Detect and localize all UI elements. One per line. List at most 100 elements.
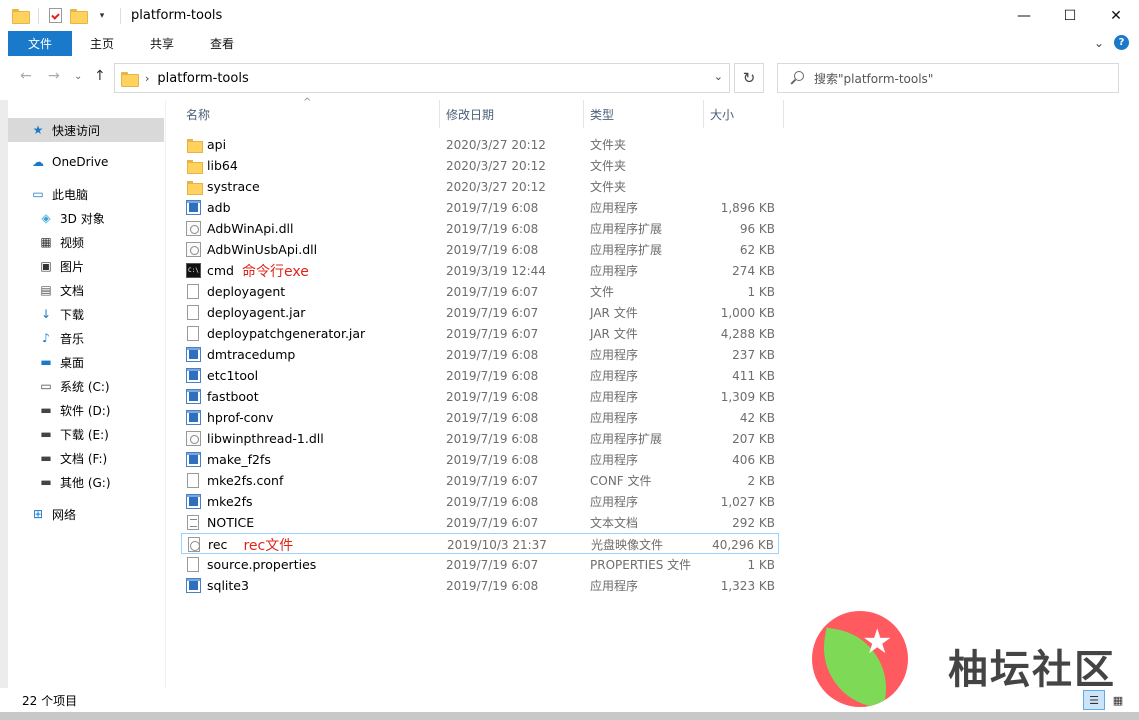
file-type: 文本文档	[590, 516, 639, 530]
table-row[interactable]: etc1tool 2019/7/19 6:08 应用程序 411 KB	[181, 365, 779, 386]
column-header-type[interactable]: 类型	[590, 100, 614, 128]
column-header-date[interactable]: 修改日期	[446, 100, 494, 128]
table-row[interactable]: lib64 2020/3/27 20:12 文件夹	[181, 155, 779, 176]
sidebar-item[interactable]: ⊞ 网络	[8, 502, 164, 526]
file-name: deployagent	[207, 284, 286, 299]
table-row[interactable]: cmd 命令行exe 2019/3/19 12:44 应用程序 274 KB	[181, 260, 779, 281]
sidebar-item-label: OneDrive	[52, 155, 109, 169]
dll-icon	[186, 242, 201, 257]
sidebar-item[interactable]: ☁ OneDrive	[8, 150, 164, 174]
maximize-button[interactable]: ☐	[1047, 0, 1093, 31]
file-name: cmd	[207, 263, 234, 278]
sidebar-item[interactable]: ↓ 下载	[8, 302, 164, 326]
tab-share[interactable]: 共享	[132, 31, 192, 56]
file-date: 2019/7/19 6:08	[446, 347, 539, 362]
table-row[interactable]: make_f2fs 2019/7/19 6:08 应用程序 406 KB	[181, 449, 779, 470]
refresh-button[interactable]: ↻	[734, 63, 764, 93]
column-divider[interactable]	[583, 100, 584, 128]
tab-file[interactable]: 文件	[8, 31, 72, 56]
sidebar-item[interactable]: ▣ 图片	[8, 254, 164, 278]
sidebar-item[interactable]: ▬ 软件 (D:)	[8, 398, 164, 422]
sidebar-item[interactable]: ▦ 视频	[8, 230, 164, 254]
file-size	[695, 155, 775, 176]
file-date: 2019/7/19 6:07	[446, 515, 539, 530]
help-icon[interactable]: ?	[1114, 35, 1129, 50]
annotation-label: 命令行exe	[241, 263, 309, 280]
sidebar-item[interactable]: ▬ 下载 (E:)	[8, 422, 164, 446]
customize-toolbar-icon[interactable]: ▾	[94, 8, 110, 24]
table-row[interactable]: mke2fs.conf 2019/7/19 6:07 CONF 文件 2 KB	[181, 470, 779, 491]
properties-icon[interactable]	[49, 8, 62, 23]
sidebar-item[interactable]: ▭ 系统 (C:)	[8, 374, 164, 398]
table-row[interactable]: source.properties 2019/7/19 6:07 PROPERTIE…	[181, 554, 779, 575]
table-row[interactable]: AdbWinApi.dll 2019/7/19 6:08 应用程序扩展 96 KB	[181, 218, 779, 239]
column-divider[interactable]	[703, 100, 704, 128]
breadcrumb-separator-icon[interactable]: ›	[145, 72, 149, 85]
file-size: 1,000 KB	[720, 305, 775, 320]
file-date: 2019/7/19 6:08	[446, 389, 539, 404]
folder-icon	[186, 158, 203, 174]
file-name: adb	[207, 200, 231, 215]
table-row[interactable]: hprof-conv 2019/7/19 6:08 应用程序 42 KB	[181, 407, 779, 428]
table-row[interactable]: libwinpthread-1.dll 2019/7/19 6:08 应用程序扩展 2…	[181, 428, 779, 449]
file-size: 292 KB	[732, 515, 775, 530]
search-input[interactable]: 搜索"platform-tools"	[777, 63, 1119, 93]
sidebar-item[interactable]: ◈ 3D 对象	[8, 206, 164, 230]
sidebar-item-label: 下载 (E:)	[60, 427, 109, 442]
cube-icon: ◈	[41, 211, 51, 225]
column-divider[interactable]	[439, 100, 440, 128]
file-date: 2020/3/27 20:12	[446, 158, 546, 173]
table-row[interactable]: mke2fs 2019/7/19 6:08 应用程序 1,027 KB	[181, 491, 779, 512]
file-size: 62 KB	[739, 242, 775, 257]
table-row[interactable]: deploypatchgenerator.jar 2019/7/19 6:07 JA…	[181, 323, 779, 344]
table-row[interactable]: rec rec文件 2019/10/3 21:37 光盘映像文件 40,296 KB	[181, 533, 779, 554]
sidebar-item[interactable]: ▤ 文档	[8, 278, 164, 302]
file-type: 应用程序	[590, 453, 639, 467]
sidebar-item[interactable]: ▬ 文档 (F:)	[8, 446, 164, 470]
sidebar-item[interactable]: ♪ 音乐	[8, 326, 164, 350]
column-header-name[interactable]: 名称	[186, 100, 210, 128]
sidebar-item[interactable]: ★ 快速访问	[8, 118, 164, 142]
file-size: 96 KB	[739, 221, 775, 236]
file-type: 应用程序扩展	[590, 432, 663, 446]
table-row[interactable]: sqlite3 2019/7/19 6:08 应用程序 1,323 KB	[181, 575, 779, 596]
close-button[interactable]: ✕	[1093, 0, 1139, 31]
up-arrow-icon[interactable]: ↑	[94, 68, 106, 84]
sidebar-item[interactable]: ▭ 此电脑	[8, 182, 164, 206]
address-row: ← → ⌄ ↑ › platform-tools ⌄ ↻ 搜索"platform…	[0, 56, 1139, 100]
chevron-down-icon[interactable]: ⌄	[714, 70, 723, 83]
sidebar-item[interactable]: ▬ 其他 (G:)	[8, 470, 164, 494]
file-size: 40,296 KB	[712, 537, 774, 552]
tab-view[interactable]: 查看	[192, 31, 252, 56]
file-name: mke2fs	[207, 494, 253, 509]
table-row[interactable]: dmtracedump 2019/7/19 6:08 应用程序 237 KB	[181, 344, 779, 365]
sidebar-item[interactable]: ▬ 桌面	[8, 350, 164, 374]
back-arrow-icon[interactable]: ←	[20, 68, 32, 84]
table-row[interactable]: systrace 2020/3/27 20:12 文件夹	[181, 176, 779, 197]
table-row[interactable]: NOTICE 2019/7/19 6:07 文本文档 292 KB	[181, 512, 779, 533]
expand-ribbon-icon[interactable]: ⌄	[1094, 36, 1104, 50]
file-type: PROPERTIES 文件	[590, 558, 692, 572]
column-divider[interactable]	[783, 100, 784, 128]
file-date: 2019/7/19 6:07	[446, 473, 539, 488]
table-row[interactable]: deployagent 2019/7/19 6:07 文件 1 KB	[181, 281, 779, 302]
table-row[interactable]: AdbWinUsbApi.dll 2019/7/19 6:08 应用程序扩展 62 K…	[181, 239, 779, 260]
recent-locations-icon[interactable]: ⌄	[74, 71, 82, 82]
tab-home[interactable]: 主页	[72, 31, 132, 56]
file-icon	[187, 305, 199, 320]
new-folder-icon[interactable]	[70, 8, 88, 24]
column-header-size[interactable]: 大小	[710, 100, 734, 128]
dll-icon	[186, 221, 201, 236]
file-type: 应用程序扩展	[590, 243, 663, 257]
table-row[interactable]: fastboot 2019/7/19 6:08 应用程序 1,309 KB	[181, 386, 779, 407]
address-bar[interactable]: › platform-tools ⌄	[114, 63, 730, 93]
watermark-logo: ★	[812, 611, 908, 707]
table-row[interactable]: adb 2019/7/19 6:08 应用程序 1,896 KB	[181, 197, 779, 218]
table-row[interactable]: deployagent.jar 2019/7/19 6:07 JAR 文件 1,000…	[181, 302, 779, 323]
file-type: 应用程序	[590, 264, 639, 278]
file-date: 2019/7/19 6:08	[446, 452, 539, 467]
minimize-button[interactable]: —	[1001, 0, 1047, 31]
table-row[interactable]: api 2020/3/27 20:12 文件夹	[181, 134, 779, 155]
breadcrumb[interactable]: platform-tools	[157, 71, 248, 86]
forward-arrow-icon[interactable]: →	[48, 68, 60, 84]
